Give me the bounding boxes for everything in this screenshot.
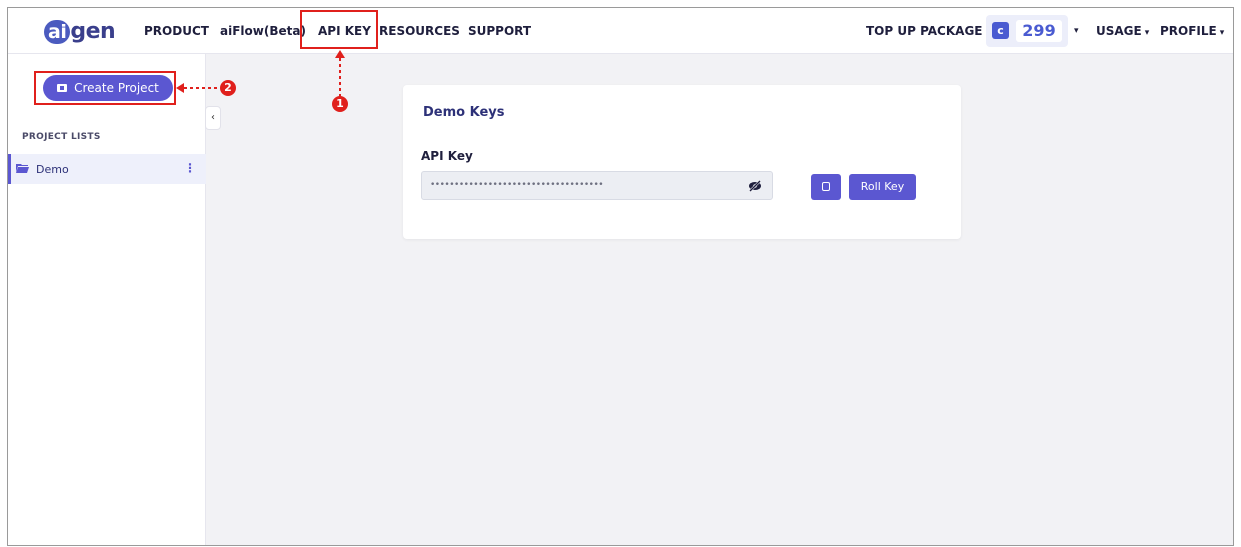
logo-ai: ai: [44, 20, 71, 44]
nav-profile[interactable]: PROFILE ▾: [1160, 24, 1224, 38]
nav-support[interactable]: SUPPORT: [468, 24, 531, 38]
project-sidebar: Create Project PROJECT LISTS Demo ⋮: [8, 54, 206, 545]
folder-open-icon: [16, 164, 29, 173]
annotation-arrow-2: [176, 83, 220, 93]
annotation-marker-1: 1: [332, 96, 348, 112]
nav-usage[interactable]: USAGE ▾: [1096, 24, 1149, 38]
nav-aiflow[interactable]: aiFlow(Beta): [220, 24, 306, 38]
credit-dropdown-caret-icon[interactable]: ▾: [1074, 26, 1079, 36]
nav-resources[interactable]: RESOURCES: [379, 24, 460, 38]
nav-profile-label: PROFILE: [1160, 24, 1217, 38]
usage-caret-icon: ▾: [1144, 28, 1150, 38]
nav-usage-label: USAGE: [1096, 24, 1142, 38]
eye-slash-icon[interactable]: [748, 179, 762, 193]
api-key-field[interactable]: ••••••••••••••••••••••••••••••••••••: [421, 171, 773, 200]
annotation-arrow-1: [335, 50, 345, 98]
card-title: Demo Keys: [423, 105, 505, 120]
logo-gen: gen: [70, 19, 116, 44]
aigen-logo[interactable]: ai gen: [44, 19, 116, 44]
project-lists-heading: PROJECT LISTS: [22, 132, 101, 142]
api-key-masked-value: ••••••••••••••••••••••••••••••••••••: [430, 180, 604, 190]
api-key-label: API Key: [421, 149, 473, 163]
roll-key-button[interactable]: Roll Key: [849, 174, 916, 200]
project-name: Demo: [36, 163, 69, 176]
copy-icon: [822, 182, 830, 191]
profile-caret-icon: ▾: [1219, 28, 1225, 38]
create-project-highlight-box: [34, 71, 176, 105]
top-navbar: ai gen PRODUCT aiFlow(Beta) API KEY RESOU…: [8, 8, 1233, 54]
copy-api-key-button[interactable]: [811, 174, 841, 200]
credit-amount: 299: [1016, 20, 1062, 42]
api-keys-card: Demo Keys API Key ••••••••••••••••••••••…: [403, 85, 961, 239]
nav-product[interactable]: PRODUCT: [144, 24, 209, 38]
credit-coin-icon: c: [992, 22, 1009, 39]
sidebar-item-demo[interactable]: Demo ⋮: [8, 154, 206, 184]
app-window: ai gen PRODUCT aiFlow(Beta) API KEY RESOU…: [7, 7, 1234, 546]
annotation-marker-2: 2: [220, 80, 236, 96]
api-key-highlight-box: [300, 10, 378, 49]
project-menu-kebab-icon[interactable]: ⋮: [184, 161, 196, 175]
nav-top-up-package[interactable]: TOP UP PACKAGE: [866, 24, 983, 38]
collapse-sidebar-chevron-icon[interactable]: ‹: [205, 106, 221, 130]
credit-balance[interactable]: c 299: [986, 15, 1068, 47]
